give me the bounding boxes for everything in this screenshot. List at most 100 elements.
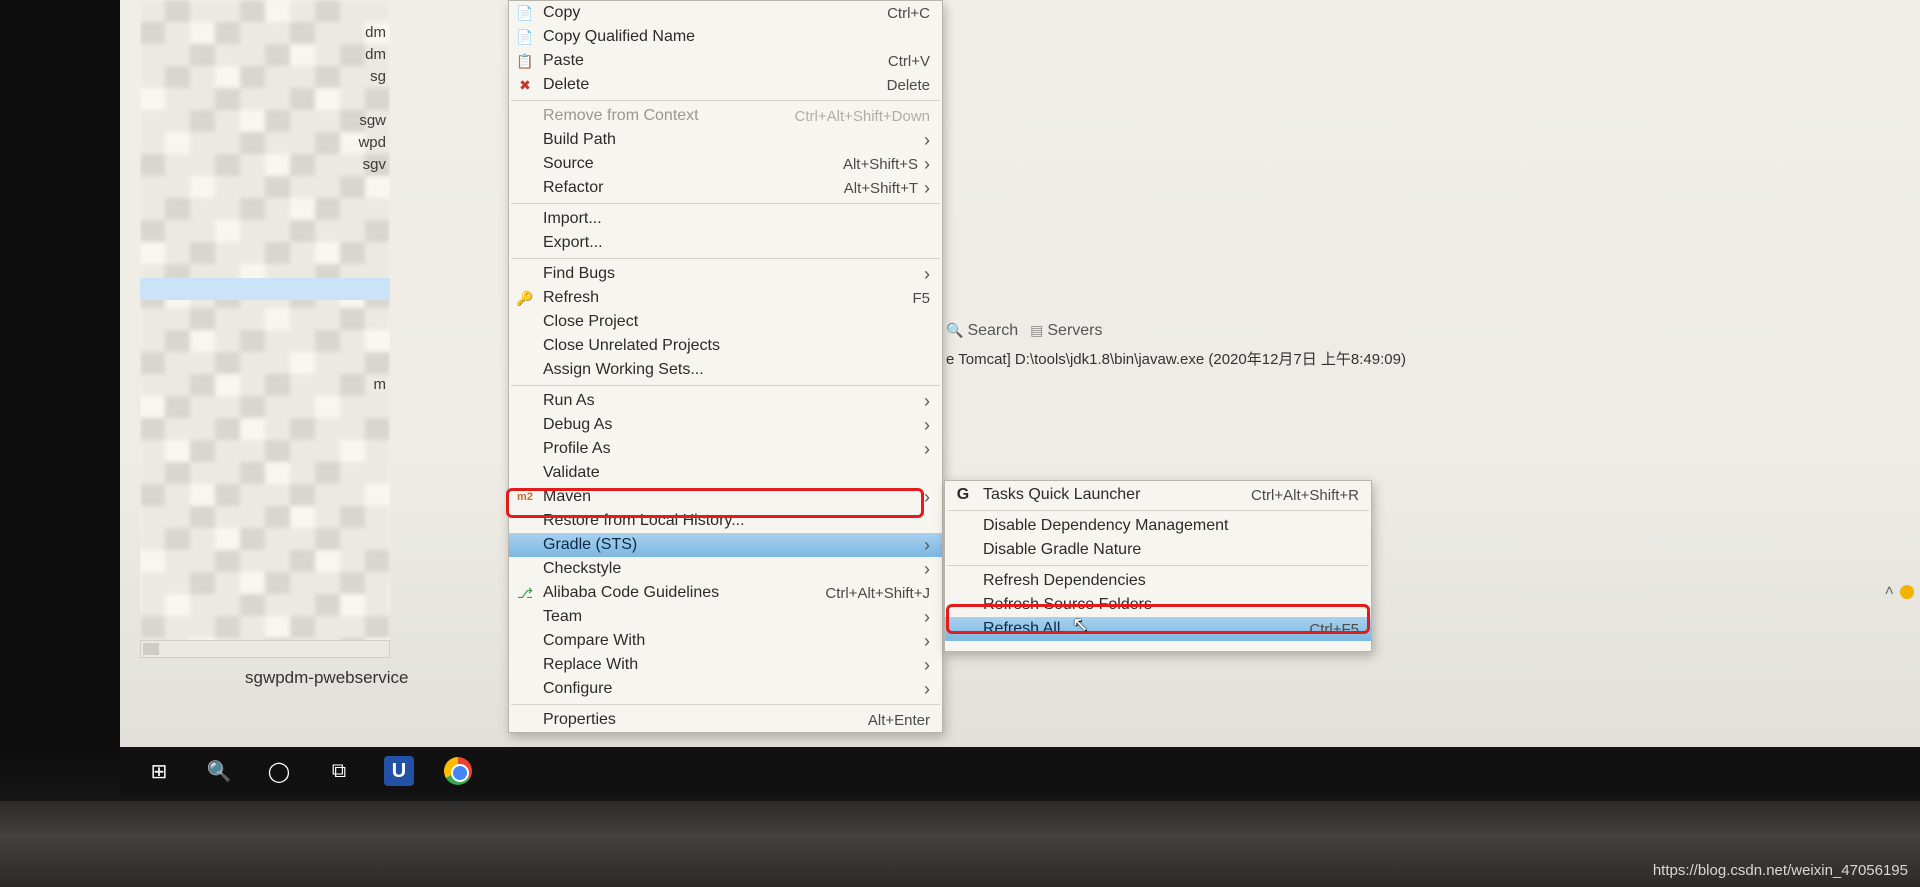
- submenu-item-refresh-all[interactable]: Refresh AllCtrl+F5: [945, 617, 1371, 641]
- tasks-quick-launcher-icon: G: [953, 486, 973, 504]
- submenu-arrow-icon: [924, 415, 930, 436]
- context-menu-item-run-as[interactable]: Run As: [509, 389, 942, 413]
- context-menu-item-profile-as[interactable]: Profile As: [509, 437, 942, 461]
- submenu-arrow-icon: [924, 679, 930, 700]
- menu-separator: [511, 203, 940, 204]
- delete-icon: ✖: [515, 77, 535, 94]
- context-menu-item-source[interactable]: SourceAlt+Shift+S: [509, 152, 942, 176]
- menu-shortcut: Ctrl+V: [888, 53, 930, 70]
- menu-item-label: Refresh Dependencies: [983, 572, 1146, 590]
- context-menu: 📄CopyCtrl+C📄Copy Qualified Name 📋 Paste Ctr…: [508, 0, 943, 733]
- menu-separator: [511, 258, 940, 259]
- status-bar-project-name: sgwpdm-pwebservice: [245, 668, 408, 688]
- cortana-circle-icon[interactable]: ◯: [264, 759, 294, 784]
- context-menu-item-delete[interactable]: ✖DeleteDelete: [509, 73, 942, 97]
- task-view-icon[interactable]: ⧉: [324, 760, 354, 783]
- context-menu-item-refresh[interactable]: 🔑 Refresh F5: [509, 286, 942, 310]
- app-u-icon[interactable]: U: [384, 756, 414, 786]
- submenu-item-refresh-dependencies[interactable]: Refresh Dependencies: [945, 569, 1371, 593]
- context-menu-item-find-bugs[interactable]: Find Bugs: [509, 262, 942, 286]
- paste-icon: 📋: [515, 53, 535, 70]
- menu-separator: [511, 100, 940, 101]
- submenu-item-disable-gradle-nature[interactable]: Disable Gradle Nature: [945, 538, 1371, 562]
- explorer-blurred-content: document.write(Array.from({length:300}).…: [140, 0, 390, 640]
- context-menu-item-copy[interactable]: 📄CopyCtrl+C: [509, 1, 942, 25]
- status-warning-dot-icon[interactable]: [1900, 585, 1914, 599]
- start-button-icon[interactable]: ⊞: [144, 759, 174, 784]
- submenu-arrow-icon: [924, 631, 930, 652]
- explorer-horizontal-scrollbar[interactable]: [140, 640, 390, 658]
- context-menu-item-gradle-sts[interactable]: Gradle (STS): [509, 533, 942, 557]
- project-explorer[interactable]: document.write(Array.from({length:300}).…: [140, 0, 390, 640]
- menu-item-label: Maven: [543, 488, 591, 506]
- context-menu-item-debug-as[interactable]: Debug As: [509, 413, 942, 437]
- context-menu-item-replace-with[interactable]: Replace With: [509, 653, 942, 677]
- submenu-arrow-icon: [924, 487, 930, 508]
- menu-shortcut: Delete: [887, 77, 930, 94]
- explorer-selected-row[interactable]: [140, 278, 390, 300]
- menu-shortcut: Ctrl+F5: [1309, 621, 1359, 638]
- context-menu-item-close-project[interactable]: Close Project: [509, 310, 942, 334]
- menu-item-label: Find Bugs: [543, 265, 615, 283]
- menu-item-label: Validate: [543, 464, 600, 482]
- submenu-arrow-icon: [924, 559, 930, 580]
- context-menu-item-properties[interactable]: Properties Alt+Enter: [509, 708, 942, 732]
- context-menu-item-remove-from-context: Remove from Context Ctrl+Alt+Shift+Down: [509, 104, 942, 128]
- menu-item-label: Build Path: [543, 131, 616, 149]
- menu-item-label: Remove from Context: [543, 107, 699, 125]
- menu-item-label: Copy: [543, 4, 580, 22]
- context-menu-item-export[interactable]: Export...: [509, 231, 942, 255]
- submenu-arrow-icon: [924, 535, 930, 556]
- alibaba-code-guidelines-icon: ⎇: [515, 585, 535, 602]
- windows-taskbar: ⊞ 🔍 ◯ ⧉ U: [120, 747, 1920, 795]
- submenu-item-disable-dependency-management[interactable]: Disable Dependency Management: [945, 514, 1371, 538]
- context-menu-item-refactor[interactable]: RefactorAlt+Shift+T: [509, 176, 942, 200]
- menu-item-label: Assign Working Sets...: [543, 361, 704, 379]
- context-menu-item-alibaba-code-guidelines[interactable]: ⎇ Alibaba Code Guidelines Ctrl+Alt+Shift+J: [509, 581, 942, 605]
- context-menu-item-checkstyle[interactable]: Checkstyle: [509, 557, 942, 581]
- submenu-arrow-icon: [924, 439, 930, 460]
- gradle-submenu: GTasks Quick LauncherCtrl+Alt+Shift+R Dis…: [944, 480, 1372, 652]
- menu-item-label: Refresh Source Folders: [983, 596, 1152, 614]
- menu-shortcut: Ctrl+Alt+Shift+J: [825, 585, 930, 602]
- chrome-icon[interactable]: [444, 757, 472, 785]
- search-icon[interactable]: 🔍: [204, 759, 234, 784]
- context-menu-item-copy-qualified-name[interactable]: 📄Copy Qualified Name: [509, 25, 942, 49]
- context-menu-item-compare-with[interactable]: Compare With: [509, 629, 942, 653]
- menu-item-label: Paste: [543, 52, 584, 70]
- submenu-arrow-icon: [924, 264, 930, 285]
- context-menu-item-team[interactable]: Team: [509, 605, 942, 629]
- context-menu-item-close-unrelated-projects[interactable]: Close Unrelated Projects: [509, 334, 942, 358]
- menu-shortcut: Alt+Shift+S: [843, 156, 918, 173]
- maven-icon: m2: [515, 491, 535, 503]
- menu-item-label: Run As: [543, 392, 595, 410]
- context-menu-item-maven[interactable]: m2 Maven: [509, 485, 942, 509]
- context-menu-item-assign-working-sets[interactable]: Assign Working Sets...: [509, 358, 942, 382]
- submenu-arrow-icon: [924, 391, 930, 412]
- submenu-item-tasks-quick-launcher[interactable]: GTasks Quick LauncherCtrl+Alt+Shift+R: [945, 483, 1371, 507]
- menu-shortcut: Alt+Enter: [868, 712, 930, 729]
- tab-search[interactable]: 🔍Search: [946, 322, 1018, 340]
- context-menu-item-build-path[interactable]: Build Path: [509, 128, 942, 152]
- context-menu-item-restore-from-local-history[interactable]: Restore from Local History...: [509, 509, 942, 533]
- context-menu-item-configure[interactable]: Configure: [509, 677, 942, 701]
- refresh-icon: 🔑: [515, 290, 535, 307]
- menu-item-label: Properties: [543, 711, 616, 729]
- scrollbar-thumb[interactable]: [143, 643, 159, 655]
- menu-item-label: Compare With: [543, 632, 645, 650]
- menu-item-label: Profile As: [543, 440, 611, 458]
- menu-item-label: Configure: [543, 680, 612, 698]
- submenu-item-refresh-source-folders[interactable]: Refresh Source Folders: [945, 593, 1371, 617]
- menu-item-label: Alibaba Code Guidelines: [543, 584, 719, 602]
- tab-servers[interactable]: ▤Servers: [1030, 322, 1102, 340]
- search-icon: 🔍: [946, 322, 963, 338]
- context-menu-item-import[interactable]: Import...: [509, 207, 942, 231]
- menu-shortcut: Ctrl+Alt+Shift+Down: [795, 108, 930, 125]
- chevron-up-icon[interactable]: ˄: [1885, 583, 1894, 601]
- ide-window: document.write(Array.from({length:300}).…: [120, 0, 1920, 747]
- menu-shortcut: Alt+Shift+T: [844, 180, 918, 197]
- context-menu-item-paste[interactable]: 📋 Paste Ctrl+V: [509, 49, 942, 73]
- context-menu-item-validate[interactable]: Validate: [509, 461, 942, 485]
- menu-item-label: Refresh: [543, 289, 599, 307]
- menu-shortcut: F5: [912, 290, 930, 307]
